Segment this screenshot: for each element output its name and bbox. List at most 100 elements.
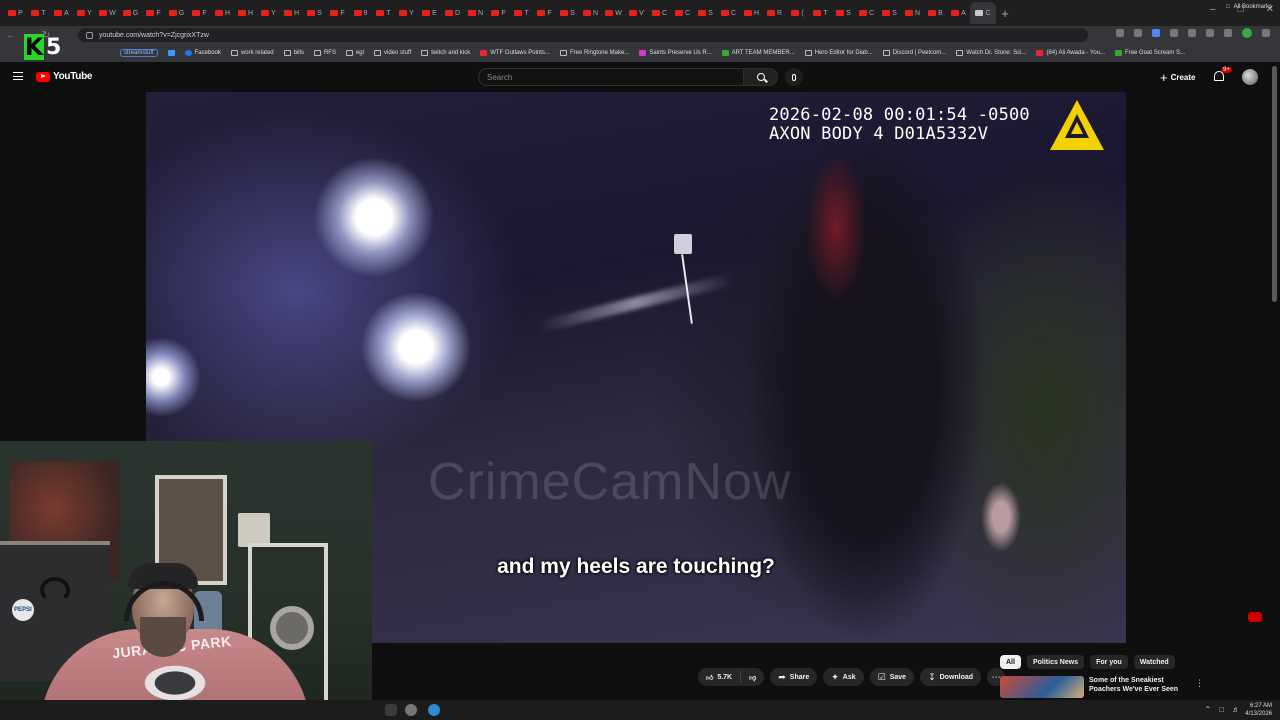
like-button[interactable]: 👍︎ 5.7K xyxy=(698,668,740,686)
browser-tab[interactable]: A xyxy=(947,2,970,24)
browser-tab[interactable]: F xyxy=(142,2,165,24)
bookmark-item[interactable]: bills xyxy=(283,50,304,56)
minimize-icon[interactable]: – xyxy=(1210,4,1216,15)
bookmark-item[interactable]: (84) Ali Awada - You... xyxy=(1036,50,1105,56)
browser-tab[interactable]: S xyxy=(832,2,855,24)
browser-tab[interactable]: N xyxy=(464,2,487,24)
address-bar[interactable]: youtube.com/watch?v=ZjcgrixXTzw xyxy=(78,28,1088,42)
browser-tab[interactable]: F xyxy=(326,2,349,24)
recommended-thumbnail[interactable] xyxy=(1000,676,1084,698)
browser-tab[interactable]: C xyxy=(855,2,878,24)
bookmark-item[interactable]: work related xyxy=(230,50,274,56)
site-info-icon[interactable] xyxy=(86,31,93,39)
menu-dots-icon[interactable] xyxy=(1262,29,1270,37)
bookmark-item[interactable]: egl xyxy=(345,50,364,56)
browser-tab[interactable]: Y xyxy=(257,2,280,24)
bookmark-item[interactable] xyxy=(167,50,175,56)
browser-tab[interactable]: A xyxy=(50,2,73,24)
browser-tab[interactable]: T xyxy=(809,2,832,24)
dislike-button[interactable]: 👎︎ xyxy=(741,668,764,686)
share-button[interactable]: ➦ Share xyxy=(770,668,818,686)
browser-tab[interactable]: V xyxy=(625,2,648,24)
menu-icon[interactable] xyxy=(13,72,23,80)
browser-tab[interactable]: D xyxy=(441,2,464,24)
bookmark-item[interactable]: WTF Outlaws Points... xyxy=(480,50,550,56)
bookmark-star-icon[interactable] xyxy=(1134,29,1142,37)
browser-tab[interactable]: R xyxy=(763,2,786,24)
tray-chevron-icon[interactable]: ⌃ xyxy=(1204,705,1211,714)
browser-tab[interactable]: C xyxy=(648,2,671,24)
sidebar-icon[interactable] xyxy=(1206,29,1214,37)
browser-tab[interactable]: C xyxy=(717,2,740,24)
browser-tab[interactable]: H xyxy=(740,2,763,24)
bookmark-item[interactable]: Facebook xyxy=(184,50,221,56)
account-avatar[interactable] xyxy=(1242,69,1258,85)
profile-avatar-icon[interactable] xyxy=(1242,28,1252,38)
bookmark-item[interactable]: streamstuff xyxy=(120,49,158,57)
browser-tab[interactable]: S xyxy=(556,2,579,24)
bookmark-item[interactable]: ART TEAM MEMBER... xyxy=(721,50,795,56)
save-button[interactable]: ☑ Save xyxy=(869,668,915,686)
bookmark-item[interactable]: RFS xyxy=(313,50,336,56)
browser-tab[interactable]: T xyxy=(27,2,50,24)
bookmark-item[interactable]: Discord | Peelcom... xyxy=(882,50,946,56)
chip-for-you[interactable]: For you xyxy=(1090,655,1128,669)
ask-button[interactable]: ✦ Ask xyxy=(823,668,864,686)
browser-tab[interactable]: Y xyxy=(395,2,418,24)
maximize-icon[interactable]: □ xyxy=(1238,4,1244,15)
browser-tab[interactable]: G xyxy=(119,2,142,24)
browser-tab[interactable]: F xyxy=(487,2,510,24)
taskbar-browser-icon[interactable] xyxy=(428,704,440,716)
youtube-logo[interactable]: YouTube xyxy=(36,71,93,82)
chip-all[interactable]: All xyxy=(1000,655,1021,669)
browser-tab[interactable]: P xyxy=(4,2,27,24)
bookmark-item[interactable]: video stuff xyxy=(373,50,411,56)
browser-tab[interactable]: H xyxy=(234,2,257,24)
bookmark-item[interactable]: Free Goat Scream S... xyxy=(1115,50,1185,56)
browser-tab[interactable]: H xyxy=(211,2,234,24)
download-button[interactable]: ↧ Download xyxy=(920,668,982,686)
browser-tab[interactable]: F xyxy=(188,2,211,24)
youtube-mini-icon[interactable] xyxy=(1248,612,1262,622)
search-input[interactable]: Search xyxy=(478,68,744,86)
recommended-title[interactable]: Some of the Sneakiest Poachers We've Eve… xyxy=(1089,676,1179,698)
chip-politics-news[interactable]: Politics News xyxy=(1026,655,1085,669)
browser-tab[interactable]: N xyxy=(579,2,602,24)
browser-tab[interactable]: Y xyxy=(73,2,96,24)
browser-tab[interactable]: W xyxy=(96,2,119,24)
bookmark-item[interactable]: Watch Dr. Stone: Sci... xyxy=(956,50,1026,56)
taskbar-clock[interactable]: 6:27 AM 4/13/2026 xyxy=(1245,702,1272,718)
browser-tab[interactable]: T xyxy=(372,2,395,24)
page-scrollbar[interactable] xyxy=(1272,66,1277,302)
extension-icon[interactable] xyxy=(1152,29,1160,37)
create-button[interactable]: + Create xyxy=(1160,69,1196,85)
search-button[interactable] xyxy=(744,68,778,86)
chip-watched[interactable]: Watched xyxy=(1133,655,1175,669)
browser-tab[interactable]: N xyxy=(901,2,924,24)
browser-tab[interactable]: T xyxy=(510,2,533,24)
tab-search-icon[interactable] xyxy=(1224,29,1232,37)
settings-icon[interactable] xyxy=(405,704,417,716)
browser-tab[interactable]: W xyxy=(602,2,625,24)
browser-tab[interactable]: S xyxy=(303,2,326,24)
browser-tab[interactable]: E xyxy=(418,2,441,24)
close-window-icon[interactable]: ✕ xyxy=(1266,4,1274,15)
taskbar-app-icon[interactable] xyxy=(385,704,397,716)
browser-tab[interactable]: F xyxy=(533,2,556,24)
recommended-video[interactable]: Some of the Sneakiest Poachers We've Eve… xyxy=(1000,676,1200,698)
recommended-menu-icon[interactable]: ⋮ xyxy=(1195,678,1204,689)
browser-tab[interactable]: S xyxy=(694,2,717,24)
new-tab-button[interactable]: + xyxy=(996,4,1014,22)
tray-network-icon[interactable]: □ xyxy=(1219,705,1224,714)
browser-tab[interactable]: S xyxy=(878,2,901,24)
browser-tab[interactable]: G xyxy=(165,2,188,24)
browser-tab[interactable]: 9 xyxy=(349,2,372,24)
back-icon[interactable]: ← xyxy=(6,30,16,41)
bookmark-item[interactable]: Free Ringtone Make... xyxy=(559,50,629,56)
browser-tab[interactable]: B xyxy=(924,2,947,24)
bookmark-item[interactable]: Hero Editor for Diab... xyxy=(804,50,873,56)
install-icon[interactable] xyxy=(1116,29,1124,37)
tray-volume-icon[interactable]: ♬ xyxy=(1232,705,1240,714)
bookmark-item[interactable]: Saints Preserve Us R... xyxy=(639,50,712,56)
browser-tab[interactable]: ( xyxy=(786,2,809,24)
